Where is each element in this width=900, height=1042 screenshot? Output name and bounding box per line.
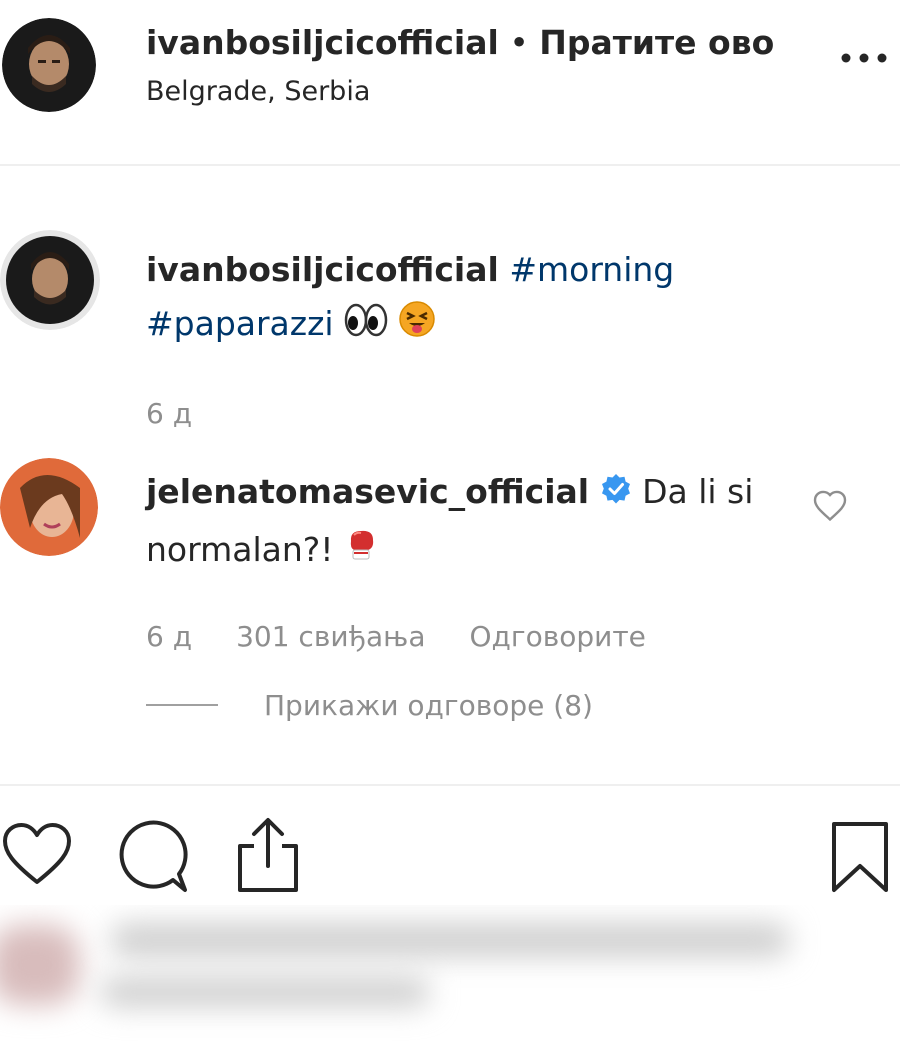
comment-meta: 6 д 301 свиђања Одговорите <box>146 614 690 660</box>
more-options-icon[interactable] <box>836 30 892 70</box>
blurred-liked-by-area <box>0 905 900 1042</box>
squinting-tongue-emoji <box>398 299 435 353</box>
caption-timestamp[interactable]: 6 д <box>146 392 192 436</box>
comment-body: jelenatomasevic_official Da li si normal… <box>146 464 786 579</box>
view-replies-button[interactable]: Прикажи одговоре (8) <box>264 683 593 729</box>
caption-text: ivanbosiljcicofficial #morning #paparazz… <box>146 243 786 353</box>
comment-username[interactable]: jelenatomasevic_official <box>146 472 589 511</box>
verified-badge-icon <box>600 466 632 522</box>
header-avatar[interactable] <box>2 18 96 112</box>
boxing-glove-emoji <box>344 523 380 579</box>
hashtag-morning[interactable]: #morning <box>509 250 674 289</box>
header-location[interactable]: Belgrade, Serbia <box>146 70 370 114</box>
comment-likes-count[interactable]: 301 свиђања <box>236 614 425 660</box>
caption-username[interactable]: ivanbosiljcicofficial <box>146 250 499 289</box>
comment-icon[interactable] <box>115 820 191 894</box>
heart-icon[interactable] <box>2 822 72 888</box>
header-separator: • <box>498 23 540 62</box>
comment-like-heart-icon[interactable] <box>812 488 848 524</box>
comment-timestamp[interactable]: 6 д <box>146 614 192 660</box>
header-username[interactable]: ivanbosiljcicofficial <box>146 23 499 62</box>
hashtag-paparazzi[interactable]: #paparazzi <box>146 304 334 343</box>
follow-button[interactable]: Пратите ово <box>539 23 774 62</box>
eyes-emoji <box>344 299 388 353</box>
reply-button[interactable]: Одговорите <box>470 614 646 660</box>
share-icon[interactable] <box>232 816 304 894</box>
replies-line <box>146 704 218 706</box>
header-title-line: ivanbosiljcicofficial • Пратите ово <box>146 18 774 68</box>
comment-avatar[interactable] <box>0 458 98 556</box>
caption-avatar[interactable] <box>0 230 100 330</box>
header-divider <box>0 164 900 166</box>
bookmark-icon[interactable] <box>830 820 890 894</box>
actions-divider <box>0 784 900 786</box>
